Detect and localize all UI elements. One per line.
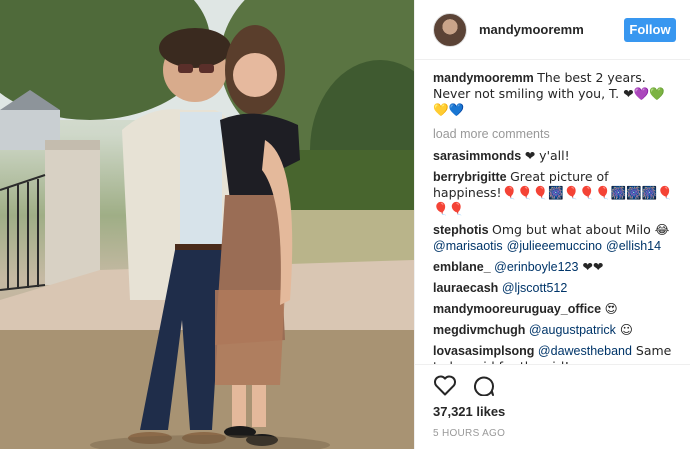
header-username[interactable]: mandymooremm: [479, 22, 624, 37]
load-more-comments-link[interactable]: load more comments: [433, 126, 676, 142]
comment-text: ❤ y'all!: [524, 148, 570, 163]
comment-username[interactable]: stephotis: [433, 223, 489, 237]
comment-text: 😍: [604, 301, 618, 316]
post-sidebar: mandymooremm Follow mandymooremm The bes…: [414, 0, 690, 449]
heart-icon[interactable]: [433, 374, 457, 396]
comment-item: lovasasimplsong @dawestheband Same to be…: [433, 343, 676, 364]
comment-username[interactable]: lovasasimplsong: [433, 344, 534, 358]
caption-username[interactable]: mandymooremm: [433, 71, 534, 85]
action-bar: [415, 364, 690, 404]
mention-link[interactable]: @dawestheband: [538, 344, 632, 358]
instagram-post: mandymooremm Follow mandymooremm The bes…: [0, 0, 690, 449]
comment-username[interactable]: lauraecash: [433, 281, 498, 295]
mention-link[interactable]: @marisaotis: [433, 239, 503, 253]
avatar[interactable]: [433, 12, 467, 47]
comment-item: stephotis Omg but what about Milo 😂 @mar…: [433, 222, 676, 254]
comment-text: Omg but what about Milo 😂: [492, 222, 670, 237]
comment-item: berrybrigitte Great picture of happiness…: [433, 169, 676, 217]
mention-link[interactable]: @erinboyle123: [494, 260, 578, 274]
mention-link[interactable]: @augustpatrick: [529, 323, 616, 337]
post-timestamp: 5 HOURS AGO: [433, 428, 506, 439]
comment-item: megdivmchugh @augustpatrick ☺: [433, 322, 676, 338]
comments-container: sarasimmonds ❤ y'all! berrybrigitte Great…: [433, 148, 676, 364]
comment-item: emblane_ @erinboyle123 ❤❤: [433, 259, 676, 275]
comment-username[interactable]: emblane_: [433, 260, 491, 274]
comment-username[interactable]: mandymooreuruguay_office: [433, 302, 601, 316]
comment-item: mandymooreuruguay_office 😍: [433, 301, 676, 317]
comment-username[interactable]: sarasimmonds: [433, 149, 521, 163]
follow-button[interactable]: Follow: [624, 17, 676, 42]
mention-link[interactable]: @ellish14: [606, 239, 661, 253]
comment-username[interactable]: berrybrigitte: [433, 170, 507, 184]
likes-count[interactable]: 37,321 likes: [415, 404, 690, 424]
comment-text: ☺: [615, 322, 633, 337]
comment-username[interactable]: megdivmchugh: [433, 323, 525, 337]
couple-photo-illustration: [0, 0, 414, 449]
mention-link[interactable]: @ljscott512: [502, 281, 568, 295]
post-photo[interactable]: [0, 0, 414, 449]
caption: mandymooremm The best 2 years. Never not…: [433, 70, 676, 118]
mention-link[interactable]: @julieeemuccino: [507, 239, 602, 253]
comment-item: sarasimmonds ❤ y'all!: [433, 148, 676, 164]
post-header: mandymooremm Follow: [415, 0, 690, 60]
comment-bubble-icon[interactable]: [471, 374, 495, 396]
comment-text: ❤❤: [578, 259, 604, 274]
comment-item: lauraecash @ljscott512: [433, 280, 676, 296]
comment-list[interactable]: mandymooremm The best 2 years. Never not…: [415, 60, 690, 364]
